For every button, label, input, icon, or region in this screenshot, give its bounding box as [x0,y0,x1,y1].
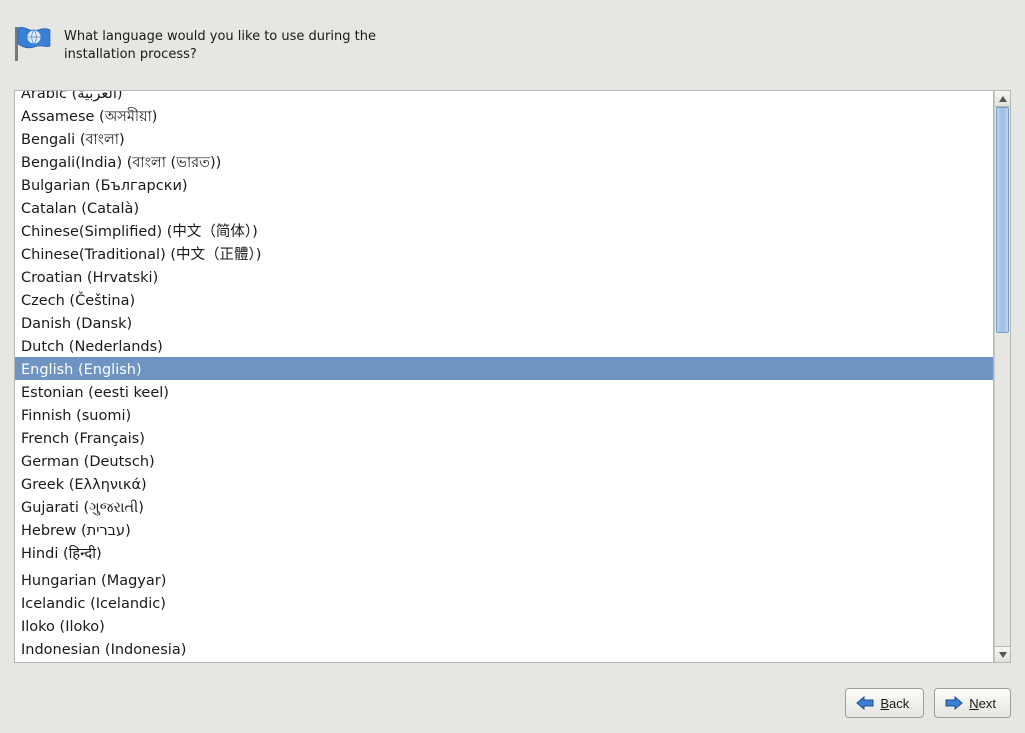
language-item[interactable]: Bengali (বাংলা) [15,127,993,150]
back-label: Back [880,696,909,711]
scrollbar[interactable] [994,90,1011,663]
language-item[interactable]: Czech (Čeština) [15,288,993,311]
language-item[interactable]: Hungarian (Magyar) [15,568,993,591]
language-item[interactable]: English (English) [15,357,993,380]
language-item[interactable]: Finnish (suomi) [15,403,993,426]
language-item[interactable]: Catalan (Català) [15,196,993,219]
arrow-left-icon [856,696,874,710]
language-item[interactable]: Gujarati (ગુજરાતી) [15,495,993,518]
language-item[interactable]: Iloko (Iloko) [15,614,993,637]
language-item[interactable]: Greek (Ελληνικά) [15,472,993,495]
header-row: What language would you like to use duri… [0,0,1025,74]
language-item[interactable]: Chinese(Simplified) (中文（简体）) [15,219,993,242]
arrow-right-icon [945,696,963,710]
language-item[interactable]: German (Deutsch) [15,449,993,472]
language-item[interactable]: Hebrew (עברית) [15,518,993,541]
globe-flag-icon [12,24,52,64]
language-list[interactable]: Arabic (العربية)Assamese (অসমীয়া)Bengal… [14,90,994,663]
footer-buttons: Back Next [0,673,1025,733]
language-item[interactable]: Chinese(Traditional) (中文（正體）) [15,242,993,265]
next-label: Next [969,696,996,711]
language-item[interactable]: Bulgarian (Български) [15,173,993,196]
language-item[interactable]: Icelandic (Icelandic) [15,591,993,614]
scroll-thumb[interactable] [996,107,1009,333]
back-button[interactable]: Back [845,688,924,718]
scroll-track[interactable] [995,107,1010,646]
language-item[interactable]: Arabic (العربية) [15,90,993,104]
prompt-text: What language would you like to use duri… [64,22,404,64]
next-button[interactable]: Next [934,688,1011,718]
scroll-down-button[interactable] [995,646,1010,662]
language-item[interactable]: Hindi (हिन्दी) [15,541,993,564]
language-item[interactable]: Dutch (Nederlands) [15,334,993,357]
language-item[interactable]: Danish (Dansk) [15,311,993,334]
language-item[interactable]: Indonesian (Indonesia) [15,637,993,660]
language-item[interactable]: Bengali(India) (বাংলা (ভারত)) [15,150,993,173]
language-item[interactable]: Estonian (eesti keel) [15,380,993,403]
language-picker: Arabic (العربية)Assamese (অসমীয়া)Bengal… [14,90,1011,663]
scroll-up-button[interactable] [995,91,1010,107]
language-item[interactable]: Assamese (অসমীয়া) [15,104,993,127]
language-item[interactable]: Croatian (Hrvatski) [15,265,993,288]
language-item[interactable]: French (Français) [15,426,993,449]
